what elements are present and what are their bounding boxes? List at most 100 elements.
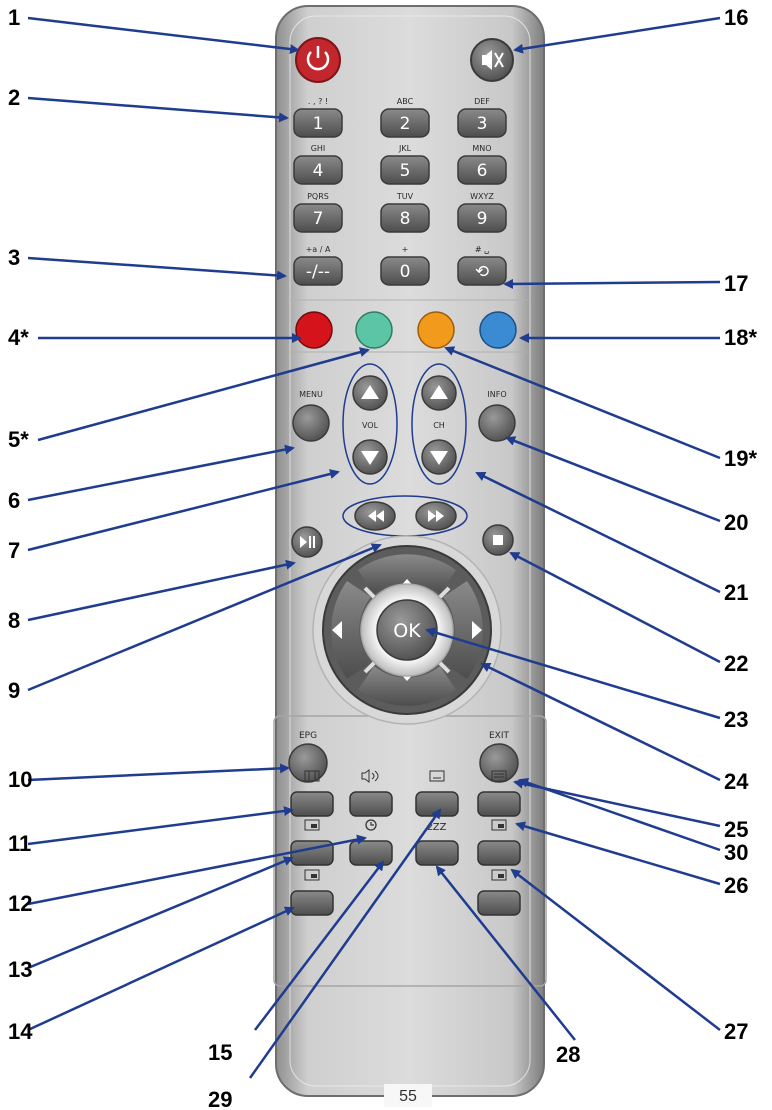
callout-18: 18* <box>724 325 757 350</box>
callout-arrow-8 <box>27 559 296 622</box>
digit-key-8[interactable]: 8 <box>380 203 430 233</box>
callout-20: 20 <box>724 510 748 535</box>
callout-arrow-14 <box>27 906 295 1032</box>
audio-button[interactable] <box>349 791 393 817</box>
info-button[interactable] <box>478 404 516 442</box>
digit-key-label: 2 <box>400 114 411 134</box>
key-letters-label: DEF <box>474 97 490 106</box>
vol-down-button[interactable] <box>352 439 388 475</box>
callout-4: 4* <box>8 325 29 350</box>
play-pause-button[interactable] <box>291 526 323 558</box>
key-letters-label: . , ? ! <box>308 97 328 106</box>
exit-button[interactable] <box>479 743 519 783</box>
callout-13: 13 <box>8 957 32 982</box>
menu-button[interactable] <box>292 404 330 442</box>
digit-key-label: 4 <box>313 161 324 181</box>
callout-22: 22 <box>724 651 748 676</box>
callout-1: 1 <box>8 5 20 30</box>
ch-up-button[interactable] <box>421 375 457 411</box>
stop-icon <box>493 535 503 545</box>
timer-button[interactable] <box>349 840 393 866</box>
callout-23: 23 <box>724 707 748 732</box>
callout-3: 3 <box>8 245 20 270</box>
digit-key-12[interactable]: ⟲ <box>457 256 507 286</box>
epg-label: EPG <box>299 731 317 741</box>
teletext-button[interactable] <box>477 791 521 817</box>
menu-label: MENU <box>299 390 323 399</box>
blue-button[interactable] <box>479 311 517 349</box>
callout-14: 14 <box>8 1019 33 1044</box>
key-letters-label: ABC <box>397 97 414 106</box>
callout-8: 8 <box>8 608 20 633</box>
callout-arrow-3 <box>27 256 287 281</box>
key-letters-label: WXYZ <box>470 192 494 201</box>
digit-key-7[interactable]: 7 <box>293 203 343 233</box>
callout-arrow-1 <box>27 16 300 55</box>
key-letters-label: TUV <box>396 192 414 201</box>
stop-button[interactable] <box>482 524 514 556</box>
callout-25: 25 <box>724 817 748 842</box>
digit-key-6[interactable]: 6 <box>457 155 507 185</box>
callout-24: 24 <box>724 769 749 794</box>
digit-key-1[interactable]: 1 <box>293 108 343 138</box>
callout-16: 16 <box>724 5 748 30</box>
key-letters-label: + <box>402 245 409 254</box>
digit-key-label: 9 <box>477 209 488 229</box>
callout-19: 19* <box>724 446 757 471</box>
epg-button[interactable] <box>288 743 328 783</box>
digit-key-label: 1 <box>313 114 324 134</box>
aspect-button[interactable] <box>290 791 334 817</box>
digit-key-label: 3 <box>477 114 488 134</box>
digit-key-label: -/-- <box>306 262 330 282</box>
ch-label: CH <box>433 421 445 430</box>
callout-27: 27 <box>724 1019 748 1044</box>
digit-key-label: 7 <box>313 209 324 229</box>
power-button[interactable] <box>295 37 341 83</box>
callout-11: 11 <box>8 831 31 856</box>
callout-12: 12 <box>8 891 32 916</box>
digit-key-11[interactable]: 0 <box>380 256 430 286</box>
callout-arrow-16 <box>513 16 721 54</box>
digit-key-3[interactable]: 3 <box>457 108 507 138</box>
callout-9: 9 <box>8 678 20 703</box>
callout-15: 15 <box>208 1040 232 1065</box>
rewind-button[interactable] <box>354 501 396 531</box>
digit-key-label: 6 <box>477 161 488 181</box>
green-button[interactable] <box>355 311 393 349</box>
navigation-pad: OK <box>312 535 502 725</box>
digit-key-label: 5 <box>400 161 411 181</box>
red-button[interactable] <box>295 311 333 349</box>
key-letters-label: JKL <box>398 144 412 153</box>
callout-5: 5* <box>8 427 29 452</box>
callout-10: 10 <box>8 767 32 792</box>
pip-button-2[interactable] <box>477 840 521 866</box>
sleep-button[interactable] <box>415 840 459 866</box>
key-letters-label: # ␣ <box>475 245 489 254</box>
callout-21: 21 <box>724 580 748 605</box>
key-letters-label: PQRS <box>307 192 329 201</box>
digit-key-4[interactable]: 4 <box>293 155 343 185</box>
exit-label: EXIT <box>489 731 510 741</box>
fast-forward-button[interactable] <box>415 501 457 531</box>
digit-key-label: ⟲ <box>475 262 489 282</box>
pip-button-3[interactable] <box>290 890 334 916</box>
callout-arrow-26 <box>515 821 721 886</box>
yellow-button[interactable] <box>417 311 455 349</box>
callout-29: 29 <box>208 1087 232 1107</box>
digit-key-label: 0 <box>400 262 411 282</box>
ch-down-button[interactable] <box>421 439 457 475</box>
vol-up-button[interactable] <box>352 375 388 411</box>
callout-2: 2 <box>8 85 20 110</box>
callout-6: 6 <box>8 488 20 513</box>
pip-button-4[interactable] <box>477 890 521 916</box>
digit-key-9[interactable]: 9 <box>457 203 507 233</box>
key-letters-label: GHI <box>311 144 326 153</box>
digit-key-10[interactable]: -/-- <box>293 256 343 286</box>
callout-26: 26 <box>724 873 748 898</box>
digit-key-2[interactable]: 2 <box>380 108 430 138</box>
page-number: 55 <box>384 1084 432 1107</box>
digit-key-5[interactable]: 5 <box>380 155 430 185</box>
callout-arrow-2 <box>27 96 289 123</box>
mute-button[interactable] <box>470 38 514 82</box>
digit-key-label: 8 <box>400 209 411 229</box>
